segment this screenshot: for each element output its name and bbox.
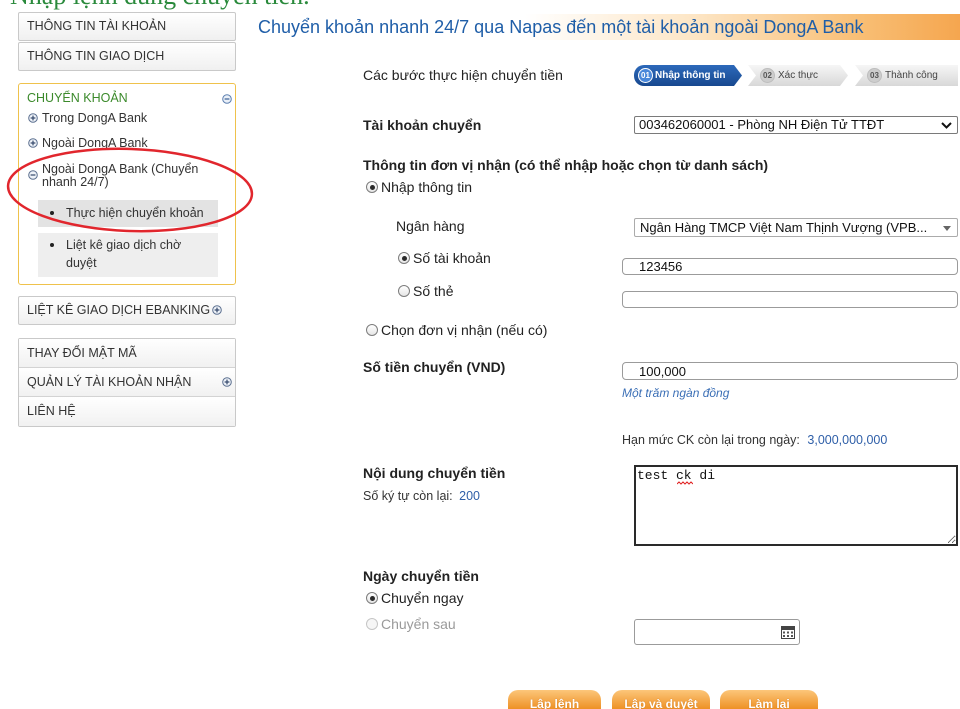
sidebar-item-ebanking-history[interactable]: LIỆT KÊ GIAO DỊCH EBANKING <box>18 296 236 325</box>
recipient-heading: Thông tin đơn vị nhận (có thể nhập hoặc … <box>363 157 769 173</box>
select-value: Ngân Hàng TMCP Việt Nam Thịnh Vượng (VPB… <box>640 220 928 235</box>
step-indicator-3: 03 Thành công <box>855 65 958 86</box>
reset-button[interactable]: Làm lại <box>720 690 818 709</box>
account-number-input[interactable] <box>622 258 958 275</box>
card-number-label: Số thẻ <box>413 283 454 299</box>
sidebar-item-label: THAY ĐỔI MẬT MÃ <box>27 346 137 360</box>
daily-limit-label: Hạn mức CK còn lại trong ngày: <box>622 433 800 447</box>
caret-down-icon <box>943 226 951 231</box>
spellcheck-underline <box>677 481 693 485</box>
sidebar-item-label: THÔNG TIN TÀI KHOẢN <box>27 19 167 33</box>
account-number-label: Số tài khoản <box>413 250 491 266</box>
create-order-button[interactable]: Lập lệnh <box>508 690 601 709</box>
plus-circle-icon[interactable] <box>28 113 38 123</box>
bullet-icon <box>50 243 54 247</box>
sidebar-item-within-donga[interactable]: Trong DongA Bank <box>42 110 147 126</box>
caption-strip: Nhập lệnh đúng chuyển tiền. <box>0 0 420 10</box>
sidebar-item-label: LIỆT KÊ GIAO DỊCH EBANKING <box>27 303 211 317</box>
select-recipient-radio[interactable] <box>366 324 378 336</box>
sidebar-subitem-label: Liệt kê giao dịch chờ duyệt <box>66 238 182 270</box>
step-indicator-2: 02 Xác thực <box>748 65 848 86</box>
date-label: Ngày chuyển tiền <box>363 568 479 584</box>
page-header: Chuyển khoản nhanh 24/7 qua Napas đến mộ… <box>258 14 960 40</box>
sidebar-item-label: QUẢN LÝ TÀI KHOẢN NHẬN <box>27 375 192 389</box>
calendar-icon[interactable] <box>781 626 795 639</box>
plus-circle-icon[interactable] <box>212 305 222 315</box>
content-textarea[interactable]: test ck di <box>634 465 958 546</box>
caption-text: Nhập lệnh đúng chuyển tiền. <box>10 0 310 9</box>
amount-in-words: Một trăm ngàn đồng <box>622 386 730 400</box>
chevron-down-icon <box>941 122 952 129</box>
bank-label: Ngân hàng <box>396 218 465 234</box>
step-indicator-1: 01 Nhập thông tin <box>634 65 742 86</box>
remaining-chars-label: Số ký tự còn lại: <box>363 489 453 503</box>
steps-label: Các bước thực hiện chuyển tiền <box>363 67 563 83</box>
card-number-radio[interactable] <box>398 285 410 297</box>
transfer-later-label: Chuyển sau <box>381 616 456 632</box>
manual-entry-radio[interactable] <box>366 181 378 193</box>
card-number-input[interactable] <box>622 291 958 308</box>
account-number-radio[interactable] <box>398 252 410 264</box>
content-label: Nội dung chuyển tiền <box>363 465 506 481</box>
sidebar-item-label: THÔNG TIN GIAO DỊCH <box>27 49 165 63</box>
sidebar-item-manage-recipients[interactable]: QUẢN LÝ TÀI KHOẢN NHẬN <box>19 368 235 397</box>
manual-entry-label: Nhập thông tin <box>381 179 473 195</box>
sidebar-item-contact[interactable]: LIÊN HỆ <box>19 397 235 426</box>
bank-select[interactable]: Ngân Hàng TMCP Việt Nam Thịnh Vượng (VPB… <box>634 218 958 237</box>
sidebar-transfer-title[interactable]: CHUYỂN KHOẢN <box>27 91 128 105</box>
transfer-date-input[interactable] <box>634 619 800 645</box>
select-recipient-label: Chọn đơn vị nhận (nếu có) <box>381 322 548 338</box>
source-account-select[interactable]: 003462060001 - Phòng NH Điện Tử TTĐT <box>634 116 958 134</box>
step-number: 03 <box>867 68 882 83</box>
daily-limit: Hạn mức CK còn lại trong ngày: 3,000,000… <box>622 432 887 448</box>
source-account-label: Tài khoản chuyển <box>363 117 482 133</box>
select-value: 003462060001 - Phòng NH Điện Tử TTĐT <box>639 117 885 132</box>
sidebar-item-change-password[interactable]: THAY ĐỔI MẬT MÃ <box>19 339 235 368</box>
highlight-annotation <box>6 147 254 233</box>
amount-input[interactable] <box>622 362 958 380</box>
transfer-now-radio[interactable] <box>366 592 378 604</box>
minus-circle-icon[interactable] <box>222 94 232 104</box>
sidebar-item-transaction-info[interactable]: THÔNG TIN GIAO DỊCH <box>18 42 236 71</box>
amount-label: Số tiền chuyển (VND) <box>363 359 506 375</box>
step-label: Thành công <box>885 70 938 81</box>
remaining-chars-count: 200 <box>459 489 480 503</box>
page-title: Chuyển khoản nhanh 24/7 qua Napas đến mộ… <box>258 17 864 37</box>
transfer-later-radio[interactable] <box>366 618 378 630</box>
daily-limit-value: 3,000,000,000 <box>807 433 888 447</box>
step-number: 01 <box>638 68 653 83</box>
create-and-approve-button[interactable]: Lập và duyệt <box>612 690 710 709</box>
sidebar-item-label: LIÊN HỆ <box>27 404 76 418</box>
step-label: Nhập thông tin <box>655 70 726 81</box>
remaining-chars: Số ký tự còn lại: 200 <box>363 488 480 504</box>
transfer-now-label: Chuyển ngay <box>381 590 464 606</box>
plus-circle-icon[interactable] <box>222 377 232 387</box>
sidebar-group-account: THAY ĐỔI MẬT MÃ QUẢN LÝ TÀI KHOẢN NHẬN L… <box>18 338 236 427</box>
step-label: Xác thực <box>778 70 819 81</box>
sidebar-item-row: LIỆT KÊ GIAO DỊCH EBANKING <box>27 297 222 324</box>
sidebar-item-account-info[interactable]: THÔNG TIN TÀI KHOẢN <box>18 12 236 41</box>
step-number: 02 <box>760 68 775 83</box>
